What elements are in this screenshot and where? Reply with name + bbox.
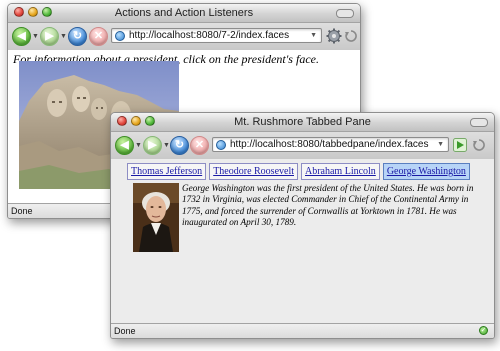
address-bar[interactable]: http://localhost:8080/tabbedpane/index.f… xyxy=(212,137,449,152)
go-icon xyxy=(453,138,467,152)
navigation-toolbar: ◀ ▼ ▶ ▼ ↻ ✕ http://localhost:8080/tabbed… xyxy=(111,132,494,160)
window-controls xyxy=(14,7,52,17)
spinner-icon xyxy=(345,30,357,42)
stop-button[interactable]: ✕ xyxy=(89,26,108,46)
zoom-window-icon[interactable] xyxy=(42,7,52,17)
zoom-window-icon[interactable] xyxy=(145,116,155,126)
url-history-chevron-icon[interactable]: ▼ xyxy=(310,32,317,39)
back-button[interactable]: ◀ ▼ xyxy=(12,26,39,46)
status-bar: Done ✓ xyxy=(111,323,494,338)
gear-icon xyxy=(326,28,342,44)
tab-abraham-lincoln[interactable]: Abraham Lincoln xyxy=(301,163,380,180)
reload-button[interactable]: ↻ xyxy=(68,26,87,46)
reload-icon: ↻ xyxy=(170,135,189,155)
toolbar-toggle-icon[interactable] xyxy=(470,118,488,127)
forward-history-chevron-icon[interactable]: ▼ xyxy=(60,33,67,40)
minimize-window-icon[interactable] xyxy=(28,7,38,17)
forward-history-chevron-icon[interactable]: ▼ xyxy=(163,142,170,149)
window-title: Mt. Rushmore Tabbed Pane xyxy=(234,116,371,128)
back-history-chevron-icon[interactable]: ▼ xyxy=(135,142,142,149)
forward-icon: ▶ xyxy=(143,135,162,155)
stop-icon: ✕ xyxy=(190,135,209,155)
go-button[interactable] xyxy=(453,136,467,154)
globe-icon xyxy=(216,139,226,150)
globe-icon xyxy=(115,30,125,41)
tab-thomas-jefferson[interactable]: Thomas Jefferson xyxy=(127,163,207,180)
window-title: Actions and Action Listeners xyxy=(114,7,254,19)
washington-portrait-image xyxy=(133,183,179,252)
title-bar[interactable]: Mt. Rushmore Tabbed Pane xyxy=(111,113,494,132)
status-text: Done xyxy=(114,326,136,336)
minimize-window-icon[interactable] xyxy=(131,116,141,126)
window-controls xyxy=(117,116,155,126)
spinner-icon xyxy=(473,139,485,151)
activity-indicator xyxy=(473,136,485,154)
back-history-chevron-icon[interactable]: ▼ xyxy=(32,33,39,40)
back-button[interactable]: ◀ ▼ xyxy=(115,135,142,155)
navigation-toolbar: ◀ ▼ ▶ ▼ ↻ ✕ http://localhost:8080/7-2/in… xyxy=(8,23,360,51)
url-history-chevron-icon[interactable]: ▼ xyxy=(437,141,444,148)
address-bar[interactable]: http://localhost:8080/7-2/index.faces ▼ xyxy=(111,28,322,43)
close-window-icon[interactable] xyxy=(14,7,24,17)
tabbed-pane-tabs: Thomas Jefferson Theodore Roosevelt Abra… xyxy=(127,163,470,180)
tab-theodore-roosevelt[interactable]: Theodore Roosevelt xyxy=(209,163,298,180)
tab-george-washington[interactable]: George Washington xyxy=(382,163,470,180)
check-icon: ✓ xyxy=(479,326,488,335)
settings-button[interactable] xyxy=(326,27,342,45)
reload-icon: ↻ xyxy=(68,26,87,46)
forward-button[interactable]: ▶ ▼ xyxy=(40,26,67,46)
toolbar-toggle-icon[interactable] xyxy=(336,9,354,18)
portrait-picture xyxy=(133,183,179,252)
close-window-icon[interactable] xyxy=(117,116,127,126)
url-text[interactable]: http://localhost:8080/7-2/index.faces xyxy=(129,30,310,41)
page-content: Thomas Jefferson Theodore Roosevelt Abra… xyxy=(111,159,494,324)
status-text: Done xyxy=(11,206,33,216)
stop-icon: ✕ xyxy=(89,26,108,46)
browser-window-tabbed-pane: Mt. Rushmore Tabbed Pane ◀ ▼ ▶ ▼ ↻ ✕ htt… xyxy=(110,112,495,339)
forward-icon: ▶ xyxy=(40,26,59,46)
president-bio-text: George Washington was the first presiden… xyxy=(182,183,474,228)
back-icon: ◀ xyxy=(115,135,134,155)
stop-button[interactable]: ✕ xyxy=(190,135,209,155)
url-text[interactable]: http://localhost:8080/tabbedpane/index.f… xyxy=(230,139,437,150)
back-icon: ◀ xyxy=(12,26,31,46)
reload-button[interactable]: ↻ xyxy=(170,135,189,155)
title-bar[interactable]: Actions and Action Listeners xyxy=(8,4,360,23)
activity-indicator xyxy=(345,27,357,45)
forward-button[interactable]: ▶ ▼ xyxy=(143,135,170,155)
